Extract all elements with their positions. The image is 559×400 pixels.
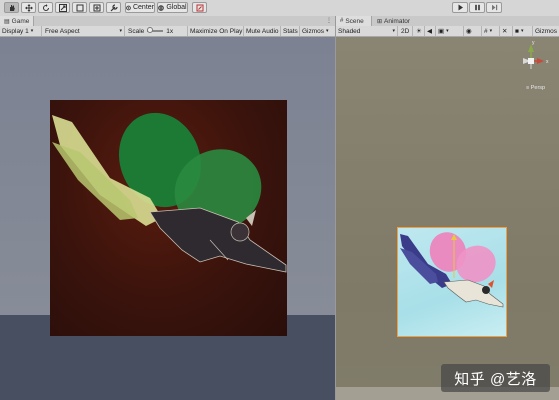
tab-animator-label: Animator <box>384 17 411 25</box>
gizmo-x-label: x <box>546 59 549 65</box>
shading-dropdown[interactable]: Shaded ▾ <box>336 26 398 36</box>
pivot-label: Center <box>132 4 154 11</box>
mute-audio-toggle[interactable]: Mute Audio <box>244 26 281 36</box>
gizmos-dropdown[interactable]: Gizmos ▾ <box>300 26 335 36</box>
transform-tool-button[interactable] <box>89 2 104 13</box>
scene-gizmos-label: Gizmos <box>535 27 558 35</box>
step-icon <box>491 4 497 11</box>
mute-label: Mute Audio <box>246 27 279 35</box>
rotate-icon <box>42 3 49 11</box>
game-control-bar: Display 1 ▾ Free Aspect ▾ Scale 1x Maxim… <box>0 26 335 37</box>
axis-gizmo-icon: y x <box>523 40 549 69</box>
pause-icon <box>474 4 480 11</box>
move-arrows-icon <box>24 3 33 12</box>
game-controller-icon: ▤ <box>4 18 10 25</box>
scale-icon <box>58 3 67 12</box>
display-label: Display 1 <box>2 27 29 35</box>
space-global-toggle[interactable]: Global <box>157 2 188 13</box>
scene-control-bar: Shaded ▾ 2D ☀ ◀ ▣ ▾ ◉ # ▾ ✕ ■ ▾ Gizmos <box>336 26 559 37</box>
projection-label[interactable]: ≡ Persp <box>526 85 545 91</box>
scene-icon: # <box>340 18 344 24</box>
speaker-icon: ◀ <box>427 28 432 35</box>
hand-tool-button[interactable] <box>4 2 19 13</box>
tab-game[interactable]: ▤ Game <box>0 16 34 26</box>
tab-scene-label: Scene <box>345 17 364 25</box>
2d-mode-label: 2D <box>401 27 410 35</box>
tab-animator[interactable]: ⊞ Animator <box>373 16 419 26</box>
image-icon: ▣ <box>438 28 445 35</box>
main-toolbar: Center Global <box>0 0 559 17</box>
selected-sprite-quad[interactable] <box>397 227 507 337</box>
gizmo-y-label: y <box>532 40 535 46</box>
hidden-objects-toggle[interactable]: ◉ <box>464 26 482 36</box>
stats-label: Stats <box>283 27 298 35</box>
wrench-icon: ✕ <box>502 28 508 35</box>
tab-game-label: Game <box>11 17 30 25</box>
pivot-center-toggle[interactable]: Center <box>125 2 155 13</box>
chevron-down-icon: ▾ <box>392 28 395 34</box>
scale-label: Scale <box>128 27 145 35</box>
step-button[interactable] <box>486 2 502 13</box>
scene-gizmos-dropdown[interactable]: Gizmos <box>533 26 559 36</box>
diving-character-sprite <box>400 232 504 308</box>
scale-value: 1x <box>166 27 174 35</box>
scene-viewport[interactable]: y x ≡ Persp <box>336 37 559 400</box>
camera-dropdown[interactable]: ■ ▾ <box>513 26 533 36</box>
grid-toggle[interactable]: # ▾ <box>482 26 500 36</box>
stats-toggle[interactable]: Stats <box>281 26 300 36</box>
rendered-sprite-quad <box>50 100 287 336</box>
camera-icon: ■ <box>515 27 519 35</box>
scale-slider[interactable] <box>147 27 164 33</box>
wrench-icon <box>110 3 118 11</box>
tools-button[interactable]: ✕ <box>500 26 513 36</box>
tab-scene[interactable]: # Scene <box>336 16 372 26</box>
grid-icon: # <box>484 27 488 35</box>
watermark: 知乎 @艺洛 <box>441 364 550 392</box>
pause-button[interactable] <box>469 2 485 13</box>
space-label: Global <box>166 4 187 11</box>
game-window: ▤ Game ⋮ Display 1 ▾ Free Aspect ▾ Scale… <box>0 16 335 400</box>
slider-knob[interactable] <box>147 27 154 33</box>
rotate-tool-button[interactable] <box>38 2 53 13</box>
orientation-gizmo[interactable]: y x <box>516 39 556 81</box>
gizmos-label: Gizmos <box>302 27 325 35</box>
maximize-label: Maximize On Play <box>190 27 243 35</box>
game-viewport[interactable] <box>0 37 335 400</box>
chevron-down-icon: ▾ <box>446 28 449 34</box>
rect-tool-button[interactable] <box>72 2 87 13</box>
shading-label: Shaded <box>338 27 361 35</box>
eye-icon: ◉ <box>466 28 472 35</box>
animator-icon: ⊞ <box>377 18 383 25</box>
maximize-on-play-toggle[interactable]: Maximize On Play <box>187 26 244 36</box>
globe-icon <box>158 4 165 11</box>
aspect-label: Free Aspect <box>45 27 80 35</box>
play-icon <box>458 4 463 11</box>
lighting-toggle[interactable]: ☀ <box>414 26 425 36</box>
aspect-dropdown[interactable]: Free Aspect ▾ <box>43 26 125 36</box>
scale-control[interactable]: Scale 1x <box>126 26 186 36</box>
chevron-down-icon: ▾ <box>30 28 34 34</box>
chevron-down-icon: ▾ <box>326 28 329 34</box>
chevron-down-icon: ▾ <box>489 28 493 34</box>
lightbulb-icon: ☀ <box>416 28 422 35</box>
scene-window: # Scene ⊞ Animator Shaded ▾ 2D ☀ ◀ ▣ ▾ ◉… <box>335 16 559 400</box>
collab-icon <box>196 4 203 11</box>
collab-button[interactable] <box>192 2 207 13</box>
custom-tool-button[interactable] <box>106 2 121 13</box>
rect-icon <box>76 4 83 11</box>
hand-icon <box>9 4 15 11</box>
transform-icon <box>93 4 100 11</box>
effects-dropdown[interactable]: ▣ ▾ <box>436 26 464 36</box>
display-dropdown[interactable]: Display 1 ▾ <box>0 26 42 36</box>
scale-tool-button[interactable] <box>55 2 70 13</box>
2d-mode-toggle[interactable]: 2D <box>399 26 413 36</box>
move-tool-button[interactable] <box>21 2 36 13</box>
chevron-down-icon: ▾ <box>520 28 524 34</box>
diving-character-render <box>52 112 287 273</box>
chevron-down-icon: ▾ <box>119 28 122 34</box>
play-button[interactable] <box>452 2 468 13</box>
more-options-icon[interactable]: ⋮ <box>326 17 332 24</box>
audio-toggle[interactable]: ◀ <box>425 26 436 36</box>
pivot-icon <box>126 5 131 10</box>
